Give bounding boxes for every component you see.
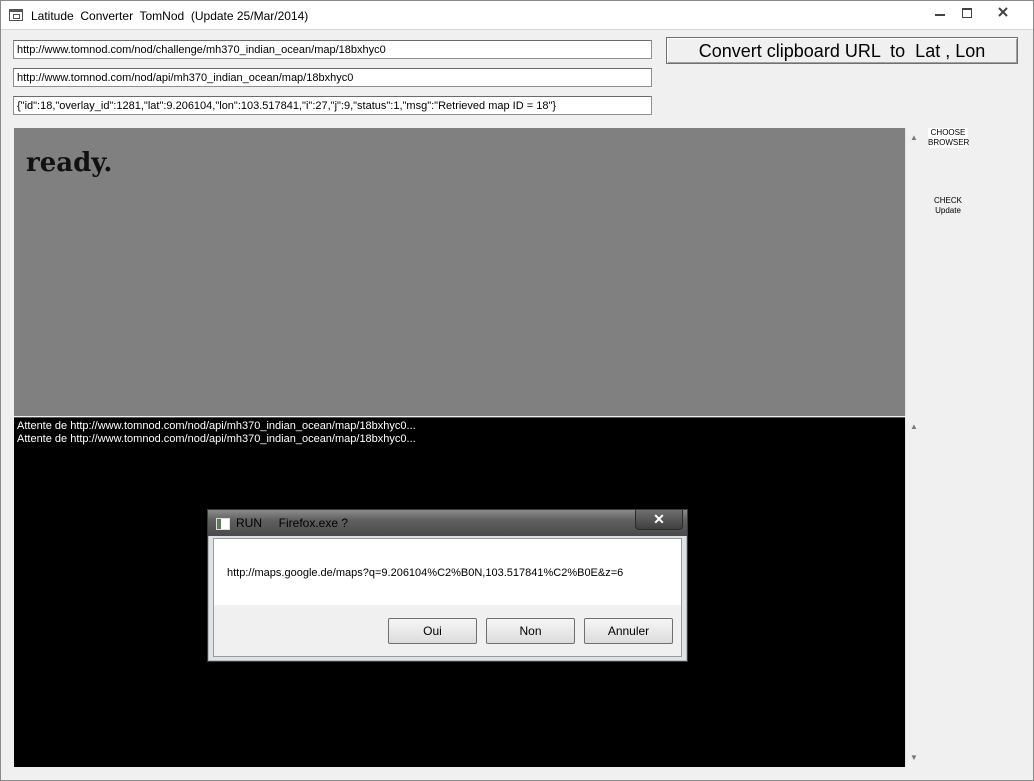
dialog-title-bar: RUN Firefox.exe ? ✕	[208, 510, 687, 536]
dialog-body: http://maps.google.de/maps?q=9.206104%C2…	[213, 538, 682, 657]
dialog-message-area: http://maps.google.de/maps?q=9.206104%C2…	[214, 539, 681, 605]
check-update-button[interactable]: CHECK Update	[928, 196, 968, 216]
log-scrollbar[interactable]: ▲ ▼	[905, 417, 923, 767]
choose-browser-label-1: CHOOSE	[930, 128, 966, 137]
close-icon[interactable]	[984, 4, 1022, 20]
log-line: Attente de http://www.tomnod.com/nod/api…	[17, 433, 416, 445]
check-update-label-1: CHECK	[933, 196, 962, 205]
dialog-message: http://maps.google.de/maps?q=9.206104%C2…	[227, 567, 624, 579]
choose-browser-button[interactable]: CHOOSE BROWSER	[928, 128, 970, 148]
window-bottom-border	[1, 767, 1033, 780]
log-line: Attente de http://www.tomnod.com/nod/api…	[17, 420, 416, 432]
yes-button[interactable]: Oui	[388, 618, 477, 644]
run-firefox-dialog: RUN Firefox.exe ? ✕ http://maps.google.d…	[207, 509, 688, 662]
app-window-icon	[9, 9, 23, 21]
log-scroll-up-arrow-icon[interactable]: ▲	[910, 423, 918, 431]
window-title: Latitude Converter TomNod (Update 25/Mar…	[31, 9, 309, 23]
scroll-up-arrow-icon[interactable]: ▲	[910, 134, 918, 142]
no-button[interactable]: Non	[486, 618, 575, 644]
json-response-field[interactable]: {"id":18,"overlay_id":1281,"lat":9.20610…	[13, 96, 652, 115]
minimize-icon[interactable]	[927, 4, 953, 20]
title-bar: Latitude Converter TomNod (Update 25/Mar…	[1, 1, 1033, 30]
convert-clipboard-button[interactable]: Convert clipboard URL to Lat , Lon	[666, 37, 1018, 64]
browser-scrollbar[interactable]: ▲	[905, 128, 923, 416]
log-scroll-down-arrow-icon[interactable]: ▼	[910, 754, 918, 762]
dialog-window-icon	[216, 518, 230, 530]
check-update-label-2: Update	[935, 206, 961, 215]
main-window: Latitude Converter TomNod (Update 25/Mar…	[0, 0, 1034, 781]
dialog-close-icon[interactable]: ✕	[635, 510, 683, 530]
choose-browser-label-2: BROWSER	[928, 138, 970, 147]
browser-pane[interactable]: ready.	[14, 128, 905, 416]
ready-status-text: ready.	[26, 148, 113, 178]
api-url-field[interactable]: http://www.tomnod.com/nod/api/mh370_indi…	[13, 68, 652, 87]
close-glyph-icon	[998, 7, 1008, 17]
dialog-title: RUN Firefox.exe ?	[236, 516, 349, 530]
maximize-icon[interactable]	[954, 4, 980, 20]
challenge-url-field[interactable]: http://www.tomnod.com/nod/challenge/mh37…	[13, 40, 652, 59]
cancel-button[interactable]: Annuler	[584, 618, 673, 644]
